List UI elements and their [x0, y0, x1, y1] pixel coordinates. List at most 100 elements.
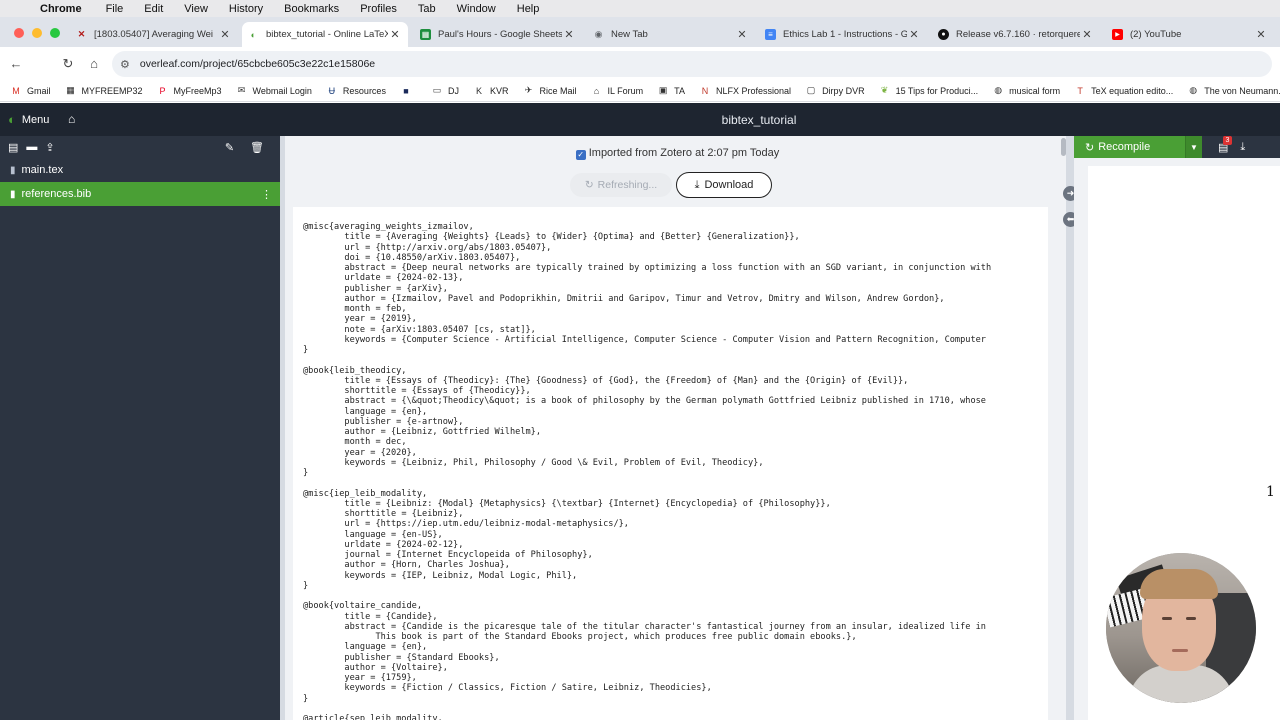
refresh-button[interactable]: ↻ Refreshing... [570, 173, 672, 197]
spinner-icon: ↻ [584, 179, 594, 191]
bookmark-label: 15 Tips for Produci... [895, 85, 979, 96]
bookmark-item[interactable]: ✉ Webmail Login [236, 85, 312, 97]
file-tree-toolbar: ▤ ▬ ⇪ ✎ 🗑 [0, 136, 280, 158]
bookmark-item[interactable]: M Gmail [10, 85, 50, 97]
overleaf-icon: ◐ [250, 29, 257, 40]
bookmark-item[interactable]: K KVR [473, 85, 509, 97]
file-item-references-bib[interactable]: ▮ references.bib ⋮ [0, 182, 280, 206]
menu-file[interactable]: File [106, 3, 124, 15]
menu-tab[interactable]: Tab [418, 3, 436, 15]
bookmark-label: MYFREEMP32 [81, 85, 143, 96]
url-omnibox[interactable]: ⚙ overleaf.com/project/65cbcbe605c3e22c1… [112, 51, 1272, 77]
file-item-main-tex[interactable]: ▮ main.tex [0, 158, 280, 182]
bookmark-item[interactable]: ◍ The von Neumann... [1187, 85, 1280, 97]
mail-icon: ✉ [237, 85, 246, 95]
close-tab-icon[interactable]: ✕ [218, 28, 232, 41]
bookmark-item[interactable]: ▦ MYFREEMP32 [65, 85, 143, 97]
zotero-status-text: Imported from Zotero at 2:07 pm Today [588, 147, 780, 159]
browser-tab-new-tab[interactable]: ◉ New Tab ✕ [587, 22, 755, 47]
checkbox-icon: ✓ [575, 150, 586, 160]
close-tab-icon[interactable]: ✕ [562, 28, 576, 41]
rename-pencil-icon[interactable]: ✎ [225, 141, 234, 154]
browser-tab-strip: ✕ [1803.05407] Averaging Wei ✕ ◐ bibtex_… [0, 17, 1280, 47]
bookmark-item[interactable]: ■ [400, 85, 417, 97]
new-file-icon[interactable]: ▤ [8, 141, 18, 154]
minimize-window-button[interactable] [32, 28, 42, 38]
error-count-badge: 3 [1223, 135, 1232, 145]
bookmark-item[interactable]: Ʉ Resources [326, 85, 386, 97]
bookmark-item[interactable]: ▭ DJ [431, 85, 459, 97]
refresh-label: Refreshing... [597, 179, 658, 191]
delete-trash-icon[interactable]: 🗑 [250, 141, 264, 154]
close-window-button[interactable] [14, 28, 24, 38]
browser-tab-youtube[interactable]: ▶ (2) YouTube ✕ [1106, 22, 1274, 47]
close-tab-icon[interactable]: ✕ [907, 28, 921, 41]
download-button[interactable]: ⤓ Download [676, 172, 772, 198]
bookmark-label: IL Forum [607, 85, 644, 96]
bookmark-label: Webmail Login [252, 85, 312, 96]
folder-dark-icon: ▦ [66, 85, 75, 95]
bookmark-item[interactable]: ✈ Rice Mail [522, 85, 577, 97]
browser-tab-overleaf[interactable]: ◐ bibtex_tutorial - Online LaTeX ✕ [242, 22, 408, 47]
menu-help[interactable]: Help [517, 3, 540, 15]
bookmark-item[interactable]: T TeX equation edito... [1074, 85, 1173, 97]
close-tab-icon[interactable]: ✕ [388, 28, 402, 41]
recompile-icon: ↻ [1085, 141, 1095, 154]
reload-icon[interactable]: ↻ [60, 56, 76, 72]
bookmark-item[interactable]: ▣ TA [657, 85, 685, 97]
browser-tab-sheets[interactable]: ▦ Paul's Hours - Google Sheets ✕ [414, 22, 582, 47]
download-label: Download [704, 179, 754, 191]
recompile-label: Recompile [1098, 141, 1151, 153]
browser-tab-docs[interactable]: ≡ Ethics Lab 1 - Instructions - G ✕ [759, 22, 927, 47]
menu-history[interactable]: History [229, 3, 263, 15]
close-tab-icon[interactable]: ✕ [735, 28, 749, 41]
tab-title: [1803.05407] Averaging Wei [94, 29, 214, 40]
editor-panel: ✓ Imported from Zotero at 2:07 pm Today ↻… [285, 136, 1070, 720]
menu-edit[interactable]: Edit [144, 3, 163, 15]
maximize-window-button[interactable] [50, 28, 60, 38]
upload-icon[interactable]: ⇪ [45, 141, 54, 154]
bookmark-label: KVR [489, 85, 509, 96]
file-options-icon[interactable]: ⋮ [261, 188, 272, 201]
bookmark-label: MyFreeMp3 [173, 85, 222, 96]
pinterest-icon: P [159, 85, 166, 96]
browser-tab-github[interactable]: ● Release v6.7.160 · retorquere ✕ [932, 22, 1100, 47]
tab-title: Release v6.7.160 · retorquere [956, 29, 1080, 40]
rice-icon: Ʉ [328, 85, 336, 96]
pdf-toolbar: ↻ Recompile ▼ ▤ 3 ⤓ [1074, 135, 1280, 158]
bookmark-item[interactable]: ◍ musical form [992, 85, 1060, 97]
close-tab-icon[interactable]: ✕ [1080, 28, 1094, 41]
bookmark-item[interactable]: N NLFX Professional [699, 85, 791, 97]
new-folder-icon[interactable]: ▬ [26, 141, 37, 153]
close-tab-icon[interactable]: ✕ [1254, 28, 1268, 41]
bookmark-item[interactable]: ▢ Dirpy DVR [805, 85, 865, 97]
menu-view[interactable]: View [184, 3, 208, 15]
site-settings-icon[interactable]: ⚙ [120, 58, 130, 71]
bookmark-item[interactable]: ⌂ IL Forum [590, 85, 643, 97]
bookmark-item[interactable]: P MyFreeMp3 [157, 85, 222, 97]
bookmark-label: Rice Mail [539, 85, 577, 96]
recompile-options-chevron-icon[interactable]: ▼ [1185, 136, 1202, 158]
back-arrow-icon[interactable]: ← [8, 56, 24, 71]
bib-code-editor[interactable]: @misc{averaging_weights_izmailov, title … [293, 207, 1048, 720]
address-bar-row: ← ↻ ⌂ ⚙ overleaf.com/project/65cbcbe605c… [0, 47, 1280, 80]
bookmark-item[interactable]: ❦ 15 Tips for Produci... [879, 85, 979, 97]
recompile-button[interactable]: ↻ Recompile [1074, 136, 1185, 158]
browser-tab-arxiv[interactable]: ✕ [1803.05407] Averaging Wei ✕ [70, 22, 238, 47]
bib-file-icon: ▮ [10, 188, 16, 200]
kvr-icon: K [475, 85, 482, 96]
ta-icon: ▣ [658, 85, 668, 95]
menu-window[interactable]: Window [457, 3, 496, 15]
url-text: overleaf.com/project/65cbcbe605c3e22c1e1… [139, 58, 376, 70]
download-pdf-icon[interactable]: ⤓ [1240, 141, 1245, 154]
menu-bookmarks[interactable]: Bookmarks [284, 3, 339, 15]
docs-icon: ≡ [765, 29, 776, 40]
file-name: main.tex [21, 164, 64, 176]
menu-app-chrome[interactable]: Chrome [40, 3, 82, 15]
webcam-eye [1186, 617, 1196, 620]
gmail-icon: M [12, 85, 20, 96]
youtube-icon: ▶ [1112, 29, 1123, 40]
home-icon[interactable]: ⌂ [86, 56, 102, 71]
logs-icon[interactable]: ▤ 3 [1218, 135, 1232, 154]
menu-profiles[interactable]: Profiles [360, 3, 397, 15]
